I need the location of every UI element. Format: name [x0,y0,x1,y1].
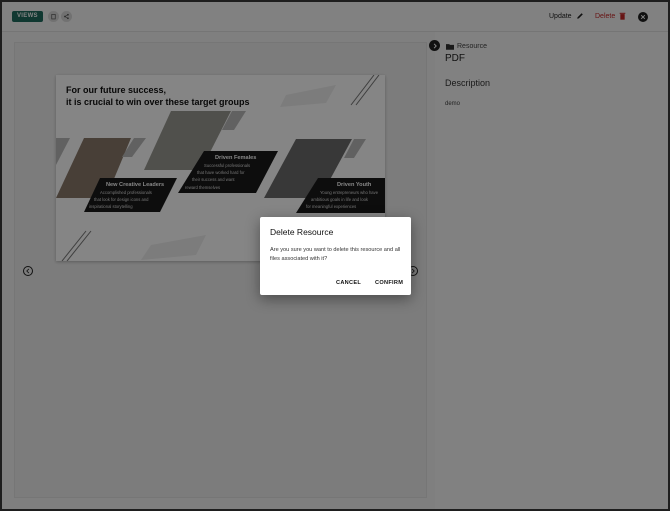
confirm-button[interactable]: CONFIRM [375,280,403,286]
dialog-title: Delete Resource [270,227,334,237]
dialog-message: Are you sure you want to delete this res… [270,247,401,262]
delete-resource-dialog: Delete Resource Are you sure you want to… [260,217,411,295]
cancel-button[interactable]: CANCEL [336,280,361,286]
